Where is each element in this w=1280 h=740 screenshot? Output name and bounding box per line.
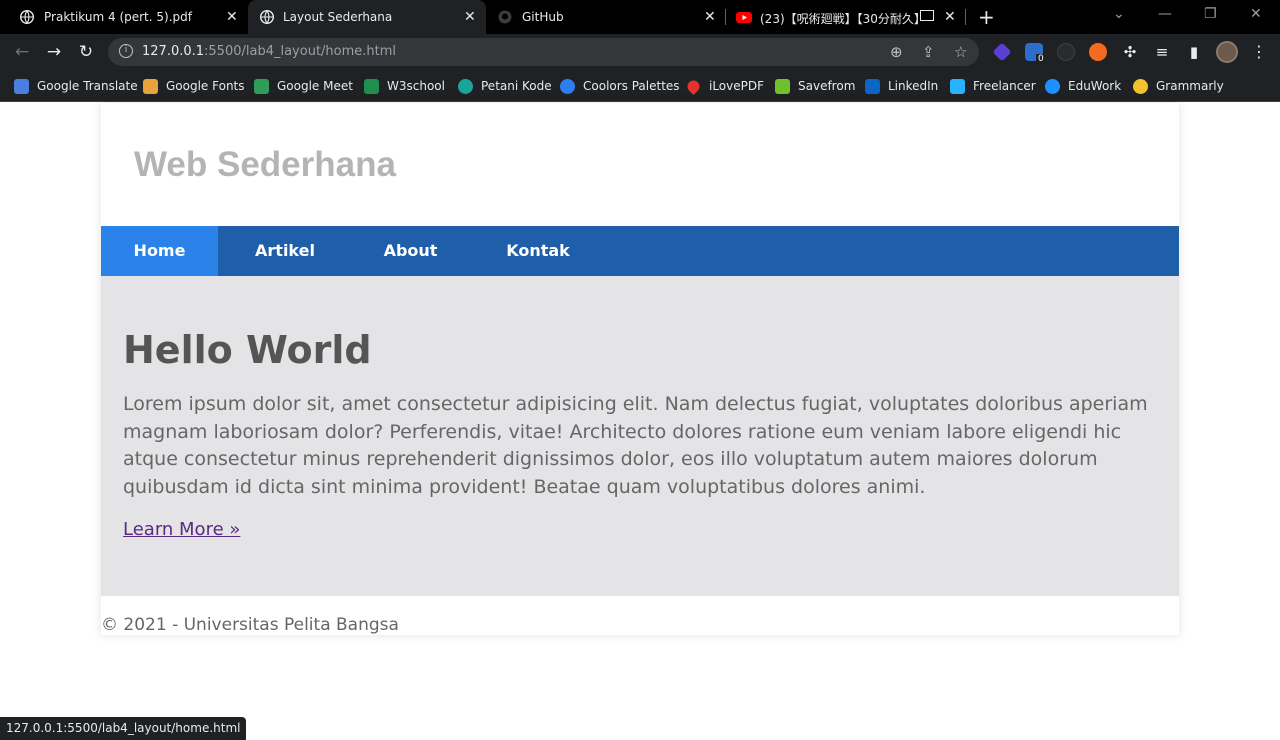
tab-layout-sederhana[interactable]: Layout Sederhana ✕ [248, 0, 486, 34]
bookmark-label: Google Translate [37, 79, 138, 93]
tab-github[interactable]: GitHub ✕ [488, 0, 724, 34]
bookmark-star-icon[interactable]: ☆ [954, 43, 967, 61]
tab-title: Praktikum 4 (pert. 5).pdf [44, 10, 192, 24]
linkedin-icon [865, 78, 880, 94]
url-host: 127.0.0.1 [142, 44, 205, 59]
extension-icon[interactable] [1057, 43, 1075, 61]
back-icon[interactable]: ← [11, 41, 33, 63]
bookmark-google-translate[interactable]: Google Translate [14, 77, 138, 95]
address-bar[interactable]: i 127.0.0.1:5500/lab4_layout/home.html ⊕… [108, 38, 979, 66]
browser-toolbar: ← → ↻ i 127.0.0.1:5500/lab4_layout/home.… [0, 34, 1280, 70]
chevron-down-icon[interactable]: ⌄ [1113, 6, 1125, 22]
footer-copyright: © 2021 - Universitas Pelita Bangsa [101, 615, 399, 635]
freelancer-icon [950, 78, 965, 94]
bookmark-label: Coolors Palettes [583, 79, 680, 93]
petani-kode-icon [458, 78, 473, 94]
reload-icon[interactable]: ↻ [75, 41, 97, 63]
bookmark-label: W3school [387, 79, 445, 93]
tab-youtube[interactable]: (23)【呪術廻戦】【30分耐久】 ✕ [726, 0, 966, 34]
close-icon[interactable]: ✕ [464, 9, 476, 25]
learn-more-link[interactable]: Learn More » [123, 519, 240, 540]
nav-about[interactable]: About [352, 226, 469, 276]
bookmark-ilovepdf[interactable]: iLovePDF [685, 77, 765, 95]
w3school-icon [364, 78, 379, 94]
youtube-icon [736, 12, 752, 23]
grammarly-icon [1133, 78, 1148, 94]
bookmark-google-meet[interactable]: Google Meet [254, 77, 353, 95]
bookmarks-bar: Google Translate Google Fonts Google Mee… [0, 70, 1280, 102]
extensions-puzzle-icon[interactable]: ✣ [1119, 41, 1141, 63]
eduwork-icon [1045, 78, 1060, 94]
github-icon [498, 10, 512, 24]
hero-text: Lorem ipsum dolor sit, amet consectetur … [123, 393, 1148, 498]
side-panel-icon[interactable]: ▮ [1183, 41, 1205, 63]
menu-icon[interactable]: ⋮ [1248, 41, 1270, 63]
bookmark-label: Google Meet [277, 79, 353, 93]
bookmark-google-fonts[interactable]: Google Fonts [143, 77, 245, 95]
close-icon[interactable]: ✕ [226, 9, 238, 25]
site-header: Web Sederhana [101, 103, 1179, 226]
bookmark-label: Freelancer [973, 79, 1036, 93]
address-url[interactable]: 127.0.0.1:5500/lab4_layout/home.html [142, 44, 396, 59]
media-control-icon[interactable]: ≡ [1151, 41, 1173, 63]
tab-strip: Praktikum 4 (pert. 5).pdf ✕ Layout Seder… [0, 0, 1280, 34]
forward-icon[interactable]: → [43, 41, 65, 63]
site-info-icon[interactable]: i [119, 44, 133, 58]
url-path: :5500/lab4_layout/home.html [204, 44, 397, 59]
bookmark-label: Grammarly [1156, 79, 1224, 93]
zoom-icon[interactable]: ⊕ [890, 43, 903, 61]
bookmark-label: EduWork [1068, 79, 1122, 93]
extension-badge: 0 [1036, 54, 1046, 64]
nav-artikel[interactable]: Artikel [218, 226, 352, 276]
bookmark-petani-kode[interactable]: Petani Kode [458, 77, 552, 95]
share-icon[interactable]: ⇪ [922, 43, 935, 61]
nav-kontak[interactable]: Kontak [469, 226, 607, 276]
site-footer: © 2021 - Universitas Pelita Bangsa [101, 596, 1179, 635]
close-icon[interactable]: ✕ [944, 9, 956, 25]
bookmark-label: Petani Kode [481, 79, 552, 93]
bookmark-savefrom[interactable]: Savefrom [775, 77, 855, 95]
download-icon [775, 78, 790, 94]
main-nav: Home Artikel About Kontak [101, 226, 1179, 276]
hero-section: Hello World Lorem ipsum dolor sit, amet … [101, 276, 1179, 596]
site-title: Web Sederhana [134, 145, 396, 184]
bookmark-label: Savefrom [798, 79, 856, 93]
bookmark-label: LinkedIn [888, 79, 939, 93]
page-viewport: Web Sederhana Home Artikel About Kontak … [0, 103, 1280, 740]
globe-icon [260, 10, 274, 24]
heart-icon [685, 77, 702, 95]
new-tab-icon[interactable]: + [978, 5, 995, 29]
tab-title: (23)【呪術廻戦】【30分耐久】 [760, 12, 918, 26]
audio-icon[interactable] [920, 10, 934, 21]
tab-divider [965, 9, 966, 25]
bookmark-w3school[interactable]: W3school [364, 77, 445, 95]
tab-title: Layout Sederhana [283, 10, 393, 24]
status-bar-url: 127.0.0.1:5500/lab4_layout/home.html [0, 717, 247, 740]
tab-title: GitHub [522, 10, 564, 24]
extension-icon[interactable] [992, 42, 1012, 62]
bookmark-freelancer[interactable]: Freelancer [950, 77, 1036, 95]
bookmark-coolors[interactable]: Coolors Palettes [560, 77, 680, 95]
bookmark-label: Google Fonts [166, 79, 245, 93]
close-window-icon[interactable]: ✕ [1250, 6, 1262, 22]
restore-icon[interactable]: ❐ [1204, 6, 1217, 22]
coolors-icon [560, 78, 575, 94]
translate-icon [14, 78, 29, 94]
extension-icon[interactable] [1089, 43, 1107, 61]
nav-home[interactable]: Home [101, 226, 218, 276]
avatar[interactable] [1216, 41, 1238, 63]
hero-heading: Hello World [123, 328, 372, 372]
bookmark-linkedin[interactable]: LinkedIn [865, 77, 938, 95]
bookmark-eduwork[interactable]: EduWork [1045, 77, 1121, 95]
bookmark-grammarly[interactable]: Grammarly [1133, 77, 1224, 95]
close-icon[interactable]: ✕ [704, 9, 716, 25]
site-container: Web Sederhana Home Artikel About Kontak … [101, 103, 1179, 635]
meet-icon [254, 78, 269, 94]
bookmark-label: iLovePDF [709, 79, 765, 93]
fonts-icon [143, 78, 158, 94]
globe-icon [20, 10, 34, 24]
minimize-icon[interactable]: — [1158, 6, 1172, 22]
tab-praktikum[interactable]: Praktikum 4 (pert. 5).pdf ✕ [0, 0, 246, 34]
